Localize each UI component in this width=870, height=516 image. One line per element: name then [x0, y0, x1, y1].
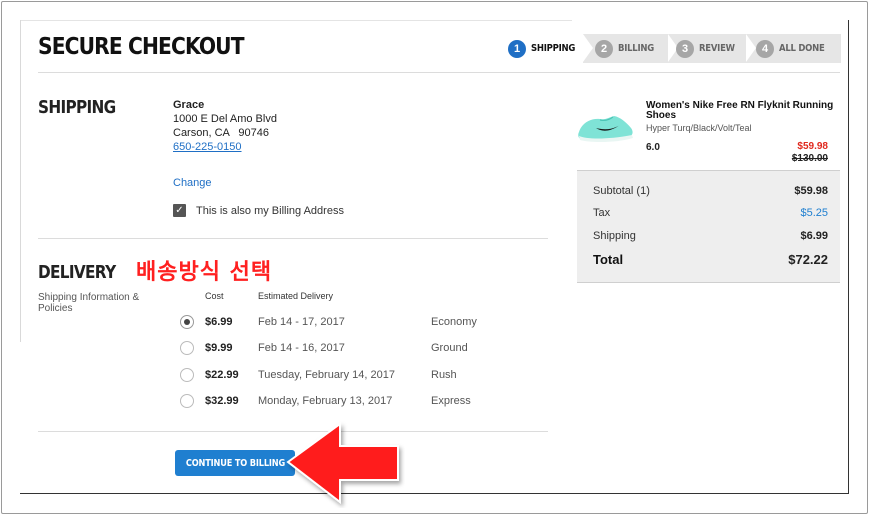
option-method: Express: [431, 395, 471, 407]
content-border-left: [20, 20, 21, 342]
address-line1: 1000 E Del Amo Blvd: [173, 113, 277, 125]
step-number: 4: [756, 39, 774, 58]
product-size: 6.0: [646, 142, 660, 153]
total-label: Total: [593, 252, 624, 267]
step-all-done: 4 ALL DONE: [756, 34, 833, 63]
checkmark-icon[interactable]: ✓: [173, 204, 186, 217]
product-original-price: $130.00: [791, 153, 828, 164]
step-label: SHIPPING: [531, 43, 576, 54]
subtotal-label: Subtotal (1): [593, 185, 650, 197]
option-cost: $9.99: [205, 342, 233, 354]
product-image: [578, 116, 633, 143]
recipient-name: Grace: [173, 99, 205, 111]
content-border-bottom: [20, 493, 849, 494]
checkout-progress: 1 SHIPPING 2 BILLING 3 REVIEW 4 ALL DONE: [498, 34, 841, 63]
annotation-arrow-icon: [286, 422, 399, 505]
col-cost: Cost: [205, 291, 224, 301]
delivery-heading: DELIVERY: [38, 262, 116, 283]
delivery-option-ground[interactable]: $9.99 Feb 14 - 16, 2017 Ground: [180, 339, 540, 359]
shipping-value: $6.99: [800, 230, 828, 242]
step-number: 2: [595, 39, 613, 58]
address-line2: Carson, CA 90746: [173, 127, 270, 139]
option-method: Economy: [431, 316, 477, 328]
shipping-label: Shipping: [593, 230, 636, 242]
product-color: Hyper Turq/Black/Volt/Teal: [646, 123, 752, 133]
step-label: REVIEW: [699, 43, 735, 54]
option-date: Feb 14 - 17, 2017: [258, 316, 345, 328]
step-divider: [583, 34, 593, 62]
total-row: Total $72.22: [593, 252, 828, 267]
step-label: BILLING: [618, 43, 654, 54]
radio-button[interactable]: [180, 315, 194, 329]
option-date: Tuesday, February 14, 2017: [258, 369, 395, 381]
tax-label: Tax: [593, 207, 611, 219]
order-summary: Subtotal (1) $59.98 Tax $5.25 Shipping $…: [577, 170, 840, 283]
delivery-option-economy[interactable]: $6.99 Feb 14 - 17, 2017 Economy: [180, 313, 540, 333]
option-date: Feb 14 - 16, 2017: [258, 342, 345, 354]
step-label: ALL DONE: [779, 43, 825, 54]
option-method: Rush: [431, 369, 457, 381]
option-method: Ground: [431, 342, 468, 354]
product-name[interactable]: Women's Nike Free RN Flyknit Running Sho…: [646, 101, 836, 121]
step-number: 3: [676, 39, 694, 58]
continue-to-billing-button[interactable]: CONTINUE TO BILLING: [175, 450, 295, 476]
shipping-heading: SHIPPING: [38, 97, 116, 118]
section-divider: [38, 238, 548, 239]
option-date: Monday, February 13, 2017: [258, 395, 393, 407]
billing-same-checkbox[interactable]: ✓ This is also my Billing Address: [173, 204, 344, 217]
delivery-option-express[interactable]: $32.99 Monday, February 13, 2017 Express: [180, 392, 540, 412]
step-number: 1: [508, 39, 526, 58]
radio-button[interactable]: [180, 341, 194, 355]
radio-button[interactable]: [180, 394, 194, 408]
content-border-right: [848, 20, 849, 494]
subtotal-row: Subtotal (1) $59.98: [593, 185, 828, 197]
checkout-screen: SECURE CHECKOUT 1 SHIPPING 2 BILLING 3 R…: [0, 0, 870, 516]
tax-value[interactable]: $5.25: [800, 207, 828, 219]
phone-link[interactable]: 650-225-0150: [173, 140, 277, 154]
tax-row: Tax $5.25: [593, 207, 828, 219]
step-divider: [746, 34, 756, 62]
radio-button[interactable]: [180, 368, 194, 382]
option-cost: $6.99: [205, 316, 233, 328]
button-label: CONTINUE TO BILLING: [185, 457, 285, 469]
col-estimated-delivery: Estimated Delivery: [258, 291, 334, 301]
subtotal-value: $59.98: [794, 185, 828, 197]
step-billing: 2 BILLING: [595, 34, 660, 63]
total-value: $72.22: [788, 252, 828, 267]
shipping-info-link[interactable]: Shipping Information & Policies: [38, 292, 158, 314]
shipping-row: Shipping $6.99: [593, 230, 828, 242]
shipping-address: Grace 1000 E Del Amo Blvd Carson, CA 907…: [173, 98, 277, 154]
step-shipping: 1 SHIPPING: [508, 34, 583, 63]
billing-same-label: This is also my Billing Address: [196, 204, 344, 217]
step-review: 3 REVIEW: [676, 34, 741, 63]
content-border-top: [20, 20, 572, 21]
product-price: $59.98: [797, 141, 828, 152]
page-title: SECURE CHECKOUT: [38, 34, 245, 60]
option-cost: $32.99: [205, 395, 239, 407]
change-address-link[interactable]: Change: [173, 177, 212, 189]
option-cost: $22.99: [205, 369, 239, 381]
title-divider: [38, 72, 840, 73]
delivery-option-rush[interactable]: $22.99 Tuesday, February 14, 2017 Rush: [180, 366, 540, 386]
annotation-text: 배송방식 선택: [136, 260, 273, 285]
